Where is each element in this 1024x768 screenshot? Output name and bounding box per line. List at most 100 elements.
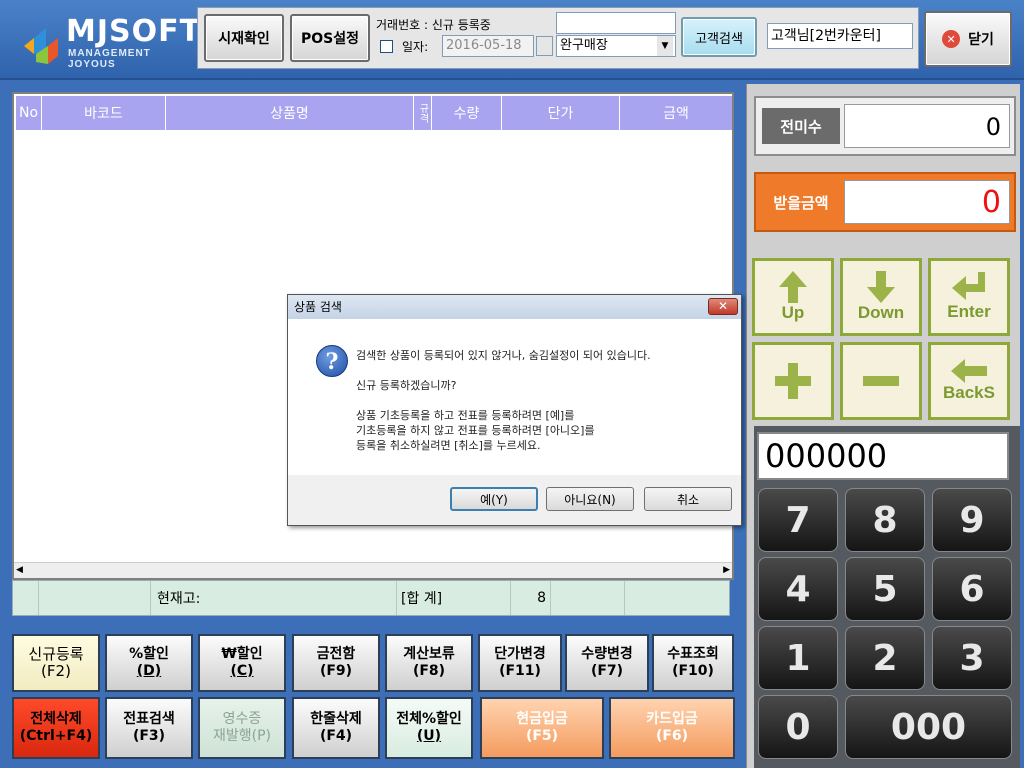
backspace-button[interactable]: BackS [928,342,1010,420]
nav-up-button[interactable]: Up [752,258,834,336]
key-8[interactable]: 8 [845,488,925,552]
delete-line-key: (F4) [319,728,353,744]
card-payment-key: (F6) [655,728,689,744]
dialog-close-icon[interactable]: ✕ [708,298,738,315]
dialog-message-3: 상품 기초등록을 하고 전표를 등록하려면 [예]를 [356,409,575,422]
product-search-dialog: 상품 검색 ✕ ? 검색한 상품이 등록되어 있지 않거나, 숨김설정이 되어 … [287,294,742,526]
cash-drawer-label: 금전함 [316,646,356,662]
minus-button[interactable] [840,342,922,420]
hold-calc-label: 계산보류 [403,646,455,662]
customer-field[interactable]: 고객님[2번카운터] [767,23,913,49]
customer-search-button[interactable]: 고객검색 [681,17,757,57]
dialog-title: 상품 검색 [288,295,741,319]
all-pct-discount-button[interactable]: 전체%할인 (U) [385,697,473,759]
key-1[interactable]: 1 [758,626,838,690]
key-3[interactable]: 3 [932,626,1012,690]
top-bar: MJSOFT MANAGEMENT JOYOUS 시재확인 POS설정 거래번호… [0,0,1024,80]
nav-enter-button[interactable]: Enter [928,258,1010,336]
receipt-reissue-button[interactable]: 영수증 재발행(P) [198,697,286,759]
qty-change-key: (F7) [590,663,624,679]
card-payment-label: 카드입금 [646,711,698,727]
pos-settings-button[interactable]: POS설정 [290,14,370,62]
check-inquiry-button[interactable]: 수표조회 (F10) [652,634,734,692]
logo-icon [24,28,58,64]
numeric-display: 000000 [757,432,1009,480]
key-000[interactable]: 000 [845,695,1012,759]
new-register-button[interactable]: 신규등록 (F2) [12,634,100,692]
dialog-message-5: 등록을 취소하실려면 [취소]를 누르세요. [356,439,541,452]
close-button[interactable]: ✕ 닫기 [924,11,1012,67]
cash-payment-key: (F5) [525,728,559,744]
store-select[interactable]: 완구매장 ▼ [556,35,676,57]
qty-change-button[interactable]: 수량변경 (F7) [565,634,649,692]
key-2[interactable]: 2 [845,626,925,690]
col-barcode: 바코드 [42,96,166,130]
unpaid-value: 0 [844,104,1010,148]
qty-change-label: 수량변경 [581,646,633,662]
slip-search-button[interactable]: 전표검색 (F3) [105,697,193,759]
arrow-up-icon [779,271,807,303]
minus-icon [863,376,899,386]
unpaid-box: 전미수 0 [754,96,1016,156]
col-unit-price: 단가 [502,96,620,130]
receive-label: 받을금액 [762,184,840,220]
check-inquiry-label: 수표조회 [667,646,719,662]
slip-search-label: 전표검색 [123,711,175,727]
scroll-right-icon[interactable]: ▶ [723,565,730,575]
all-pct-discount-key: (U) [416,728,442,744]
cash-drawer-key: (F9) [319,663,353,679]
key-6[interactable]: 6 [932,557,1012,621]
card-payment-button[interactable]: 카드입금 (F6) [609,697,735,759]
dialog-cancel-button[interactable]: 취소 [644,487,732,511]
hold-calc-key: (F8) [412,663,446,679]
pct-discount-button[interactable]: %할인 (D) [105,634,193,692]
transaction-label: 거래번호 : 신규 등록중 [376,18,491,32]
won-discount-button[interactable]: ₩할인 (C) [198,634,286,692]
dialog-no-button[interactable]: 아니요(N) [546,487,634,511]
transaction-input[interactable] [556,12,676,34]
summary-row: 현재고: [합 계] 8 [12,580,730,616]
key-0[interactable]: 0 [758,695,838,759]
delete-line-button[interactable]: 한줄삭제 (F4) [292,697,380,759]
logo-tagline: MANAGEMENT JOYOUS [68,48,151,70]
price-change-key: (F11) [499,663,541,679]
close-button-label: 닫기 [968,32,994,48]
col-product-name: 상품명 [166,96,414,130]
check-register-button[interactable]: 시재확인 [204,14,284,62]
cash-drawer-button[interactable]: 금전함 (F9) [292,634,380,692]
won-discount-label: ₩할인 [221,646,263,662]
calendar-button[interactable] [536,36,553,56]
key-7[interactable]: 7 [758,488,838,552]
col-spec: 규격 [414,96,432,130]
scroll-left-icon[interactable]: ◀ [16,565,23,575]
delete-line-label: 한줄삭제 [310,711,362,727]
nav-down-label: Down [857,303,905,322]
hold-calc-button[interactable]: 계산보류 (F8) [385,634,473,692]
unpaid-label: 전미수 [762,108,840,144]
price-change-button[interactable]: 단가변경 (F11) [478,634,562,692]
cash-payment-button[interactable]: 현금입금 (F5) [480,697,604,759]
key-5[interactable]: 5 [845,557,925,621]
check-inquiry-key: (F10) [672,663,714,679]
key-9[interactable]: 9 [932,488,1012,552]
nav-down-button[interactable]: Down [840,258,922,336]
horizontal-scrollbar[interactable]: ◀ ▶ [14,562,732,578]
plus-icon [775,363,811,399]
date-field[interactable]: 2016-05-18 [442,35,534,57]
delete-all-button[interactable]: 전체삭제 (Ctrl+F4) [12,697,100,759]
key-4[interactable]: 4 [758,557,838,621]
all-pct-discount-label: 전체%할인 [396,711,462,727]
col-qty: 수량 [432,96,502,130]
new-register-key: (F2) [41,662,71,680]
grid-header: No 바코드 상품명 규격 수량 단가 금액 [16,96,732,130]
date-checkbox[interactable] [380,40,393,53]
plus-button[interactable] [752,342,834,420]
col-amount: 금액 [620,96,732,130]
dialog-yes-button[interactable]: 예(Y) [450,487,538,511]
dialog-message-2: 신규 등록하겠습니까? [356,379,457,392]
col-no: No [16,96,42,130]
nav-enter-label: Enter [947,302,991,321]
dialog-message-1: 검색한 상품이 등록되어 있지 않거나, 숨김설정이 되어 있습니다. [356,349,651,362]
close-icon: ✕ [942,30,961,48]
arrow-left-icon [951,359,987,383]
